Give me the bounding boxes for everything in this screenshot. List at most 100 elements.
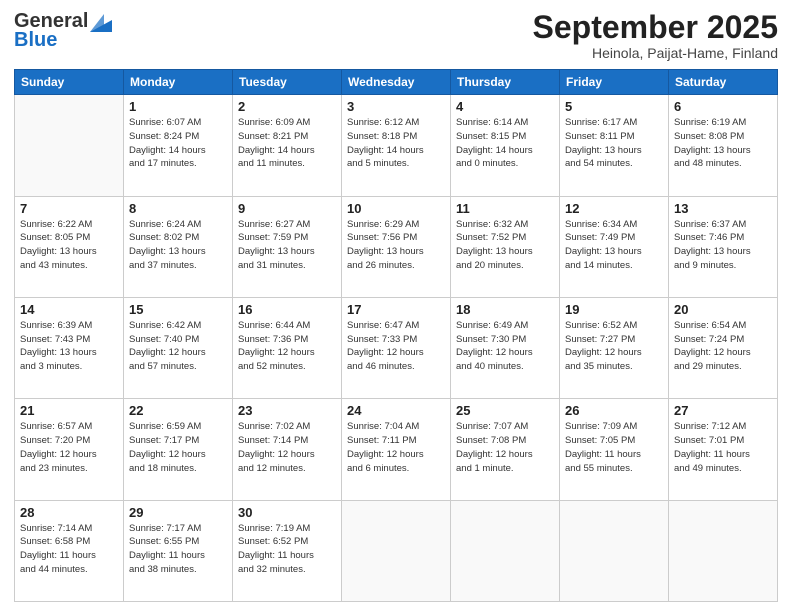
calendar-week-2: 14Sunrise: 6:39 AMSunset: 7:43 PMDayligh… [15,297,778,398]
day-number: 16 [238,302,336,317]
day-number: 21 [20,403,118,418]
calendar-cell: 2 Sunrise: 6:09 AMSunset: 8:21 PMDaylight… [233,95,342,196]
day-info: Sunrise: 7:07 AMSunset: 7:08 PMDaylight:… [456,420,554,475]
day-info: Sunrise: 6:54 AMSunset: 7:24 PMDaylight:… [674,319,772,374]
calendar-cell: 11 Sunrise: 6:32 AMSunset: 7:52 PMDayligh… [451,196,560,297]
calendar-week-1: 7 Sunrise: 6:22 AMSunset: 8:05 PMDaylight… [15,196,778,297]
day-info: Sunrise: 6:09 AMSunset: 8:21 PMDaylight:… [238,116,336,171]
day-number: 4 [456,99,554,114]
day-info: Sunrise: 6:49 AMSunset: 7:30 PMDaylight:… [456,319,554,374]
day-number: 24 [347,403,445,418]
calendar-cell [15,95,124,196]
calendar-cell: 29Sunrise: 7:17 AMSunset: 6:55 PMDayligh… [124,500,233,601]
day-number: 23 [238,403,336,418]
day-info: Sunrise: 7:12 AMSunset: 7:01 PMDaylight:… [674,420,772,475]
calendar-cell: 12 Sunrise: 6:34 AMSunset: 7:49 PMDayligh… [560,196,669,297]
day-number: 3 [347,99,445,114]
calendar-cell: 19 Sunrise: 6:52 AMSunset: 7:27 PMDayligh… [560,297,669,398]
day-info: Sunrise: 7:14 AMSunset: 6:58 PMDaylight:… [20,522,118,577]
day-number: 1 [129,99,227,114]
calendar-cell: 30Sunrise: 7:19 AMSunset: 6:52 PMDayligh… [233,500,342,601]
calendar-cell: 1 Sunrise: 6:07 AMSunset: 8:24 PMDaylight… [124,95,233,196]
day-info: Sunrise: 6:17 AMSunset: 8:11 PMDaylight:… [565,116,663,171]
day-number: 19 [565,302,663,317]
day-info: Sunrise: 6:34 AMSunset: 7:49 PMDaylight:… [565,218,663,273]
header-sunday: Sunday [15,70,124,95]
day-info: Sunrise: 6:59 AMSunset: 7:17 PMDaylight:… [129,420,227,475]
calendar-cell: 4 Sunrise: 6:14 AMSunset: 8:15 PMDaylight… [451,95,560,196]
calendar-cell [560,500,669,601]
day-info: Sunrise: 6:44 AMSunset: 7:36 PMDaylight:… [238,319,336,374]
day-number: 27 [674,403,772,418]
day-info: Sunrise: 6:12 AMSunset: 8:18 PMDaylight:… [347,116,445,171]
calendar-cell [669,500,778,601]
day-number: 18 [456,302,554,317]
day-info: Sunrise: 7:17 AMSunset: 6:55 PMDaylight:… [129,522,227,577]
day-number: 10 [347,201,445,216]
header: General Blue September 2025 Heinola, Pai… [14,10,778,61]
day-info: Sunrise: 7:09 AMSunset: 7:05 PMDaylight:… [565,420,663,475]
day-info: Sunrise: 6:57 AMSunset: 7:20 PMDaylight:… [20,420,118,475]
logo: General Blue [14,10,112,52]
day-info: Sunrise: 6:14 AMSunset: 8:15 PMDaylight:… [456,116,554,171]
calendar-cell: 9 Sunrise: 6:27 AMSunset: 7:59 PMDaylight… [233,196,342,297]
calendar-cell: 21 Sunrise: 6:57 AMSunset: 7:20 PMDayligh… [15,399,124,500]
calendar-cell: 26 Sunrise: 7:09 AMSunset: 7:05 PMDayligh… [560,399,669,500]
day-number: 9 [238,201,336,216]
calendar-week-4: 28 Sunrise: 7:14 AMSunset: 6:58 PMDayligh… [15,500,778,601]
title-area: September 2025 Heinola, Paijat-Hame, Fin… [533,10,778,61]
header-tuesday: Tuesday [233,70,342,95]
header-friday: Friday [560,70,669,95]
calendar-cell: 27 Sunrise: 7:12 AMSunset: 7:01 PMDayligh… [669,399,778,500]
day-info: Sunrise: 6:29 AMSunset: 7:56 PMDaylight:… [347,218,445,273]
day-number: 28 [20,505,118,520]
logo-blue-text: Blue [14,29,57,52]
day-number: 7 [20,201,118,216]
calendar-cell: 18 Sunrise: 6:49 AMSunset: 7:30 PMDayligh… [451,297,560,398]
calendar-week-3: 21 Sunrise: 6:57 AMSunset: 7:20 PMDayligh… [15,399,778,500]
logo-icon [90,14,112,32]
day-info: Sunrise: 7:04 AMSunset: 7:11 PMDaylight:… [347,420,445,475]
page: General Blue September 2025 Heinola, Pai… [0,0,792,612]
day-number: 6 [674,99,772,114]
calendar-cell: 14Sunrise: 6:39 AMSunset: 7:43 PMDayligh… [15,297,124,398]
day-number: 12 [565,201,663,216]
calendar-cell: 13Sunrise: 6:37 AMSunset: 7:46 PMDayligh… [669,196,778,297]
day-info: Sunrise: 6:24 AMSunset: 8:02 PMDaylight:… [129,218,227,273]
day-number: 26 [565,403,663,418]
weekday-header-row: Sunday Monday Tuesday Wednesday Thursday… [15,70,778,95]
day-info: Sunrise: 6:07 AMSunset: 8:24 PMDaylight:… [129,116,227,171]
calendar-cell: 3 Sunrise: 6:12 AMSunset: 8:18 PMDaylight… [342,95,451,196]
day-number: 5 [565,99,663,114]
day-number: 20 [674,302,772,317]
calendar-table: Sunday Monday Tuesday Wednesday Thursday… [14,69,778,602]
calendar-cell: 20 Sunrise: 6:54 AMSunset: 7:24 PMDayligh… [669,297,778,398]
calendar-cell: 17 Sunrise: 6:47 AMSunset: 7:33 PMDayligh… [342,297,451,398]
calendar-cell: 16 Sunrise: 6:44 AMSunset: 7:36 PMDayligh… [233,297,342,398]
day-number: 15 [129,302,227,317]
day-number: 22 [129,403,227,418]
day-info: Sunrise: 6:52 AMSunset: 7:27 PMDaylight:… [565,319,663,374]
header-saturday: Saturday [669,70,778,95]
calendar-cell: 10 Sunrise: 6:29 AMSunset: 7:56 PMDayligh… [342,196,451,297]
day-number: 11 [456,201,554,216]
day-number: 25 [456,403,554,418]
day-number: 13 [674,201,772,216]
header-thursday: Thursday [451,70,560,95]
day-info: Sunrise: 6:32 AMSunset: 7:52 PMDaylight:… [456,218,554,273]
day-info: Sunrise: 6:39 AMSunset: 7:43 PMDaylight:… [20,319,118,374]
day-info: Sunrise: 6:27 AMSunset: 7:59 PMDaylight:… [238,218,336,273]
day-info: Sunrise: 6:47 AMSunset: 7:33 PMDaylight:… [347,319,445,374]
day-number: 30 [238,505,336,520]
location: Heinola, Paijat-Hame, Finland [533,45,778,61]
header-monday: Monday [124,70,233,95]
calendar-cell [342,500,451,601]
day-number: 2 [238,99,336,114]
day-info: Sunrise: 6:42 AMSunset: 7:40 PMDaylight:… [129,319,227,374]
day-info: Sunrise: 6:22 AMSunset: 8:05 PMDaylight:… [20,218,118,273]
calendar-cell: 24 Sunrise: 7:04 AMSunset: 7:11 PMDayligh… [342,399,451,500]
day-info: Sunrise: 6:19 AMSunset: 8:08 PMDaylight:… [674,116,772,171]
calendar-cell: 5 Sunrise: 6:17 AMSunset: 8:11 PMDaylight… [560,95,669,196]
calendar-cell: 25 Sunrise: 7:07 AMSunset: 7:08 PMDayligh… [451,399,560,500]
day-number: 17 [347,302,445,317]
